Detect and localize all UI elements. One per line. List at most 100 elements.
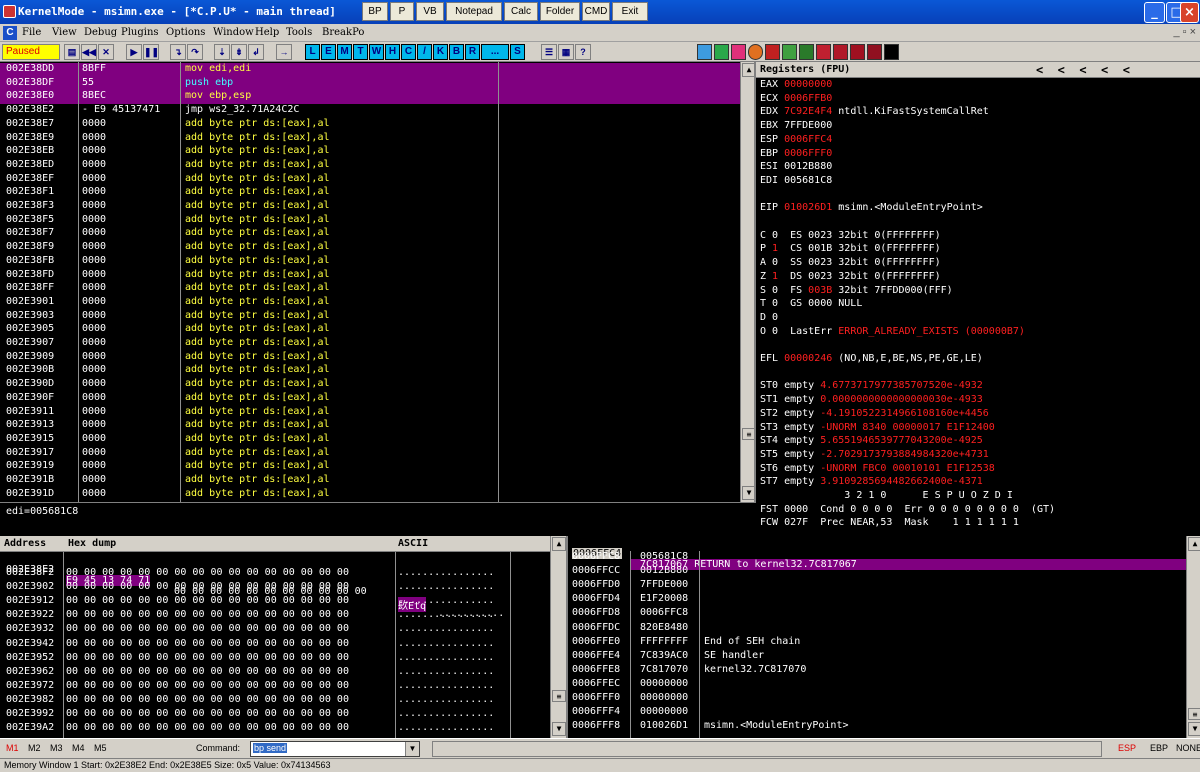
stack-row[interactable]: 0006FFF4 00000000 [568, 706, 1186, 720]
disasm-row[interactable]: 002E38F5 0000 add byte ptr ds:[eax],al [0, 214, 740, 228]
reg-ebp[interactable]: EBP [1150, 743, 1168, 753]
stack-row[interactable]: 0006FFDC 820E8480 [568, 622, 1186, 636]
quick-button-notepad[interactable]: Notepad [446, 2, 502, 21]
mark-m4[interactable]: M4 [72, 743, 85, 753]
dump-scroll-down-icon[interactable]: ▼ [552, 722, 566, 736]
register-line[interactable]: EDI 005681C8 [760, 175, 832, 186]
source-window-button[interactable]: S [510, 44, 525, 60]
dump-row[interactable]: 002E3922 00 00 00 00 00 00 00 00 00 00 00… [0, 609, 550, 623]
disasm-row[interactable]: 002E3907 0000 add byte ptr ds:[eax],al [0, 337, 740, 351]
disasm-row[interactable]: 002E38EF 0000 add byte ptr ds:[eax],al [0, 173, 740, 187]
disasm-row[interactable]: 002E3909 0000 add byte ptr ds:[eax],al [0, 351, 740, 365]
disasm-row[interactable]: 002E38FD 0000 add byte ptr ds:[eax],al [0, 269, 740, 283]
dump-scroll-thumb[interactable]: ≡ [552, 690, 566, 702]
plugin-icon-9[interactable] [833, 44, 848, 60]
quick-button-vb[interactable]: VB [416, 2, 444, 21]
dump-col-ascii[interactable]: ASCII [398, 538, 428, 549]
plugin-icon-8[interactable] [816, 44, 831, 60]
menu-plugins[interactable]: Plugins [121, 27, 159, 38]
register-line[interactable]: FCW 027F Prec NEAR,53 Mask 1 1 1 1 1 1 [760, 517, 1019, 528]
disasm-row[interactable]: 002E390F 0000 add byte ptr ds:[eax],al [0, 392, 740, 406]
register-line[interactable]: EBP 0006FFF0 [760, 148, 832, 159]
stack-row[interactable]: 0006FFD4 E1F20008 [568, 593, 1186, 607]
stack-row[interactable]: 0006FFF8 010026D1 msimn.<ModuleEntryPoint> [568, 720, 1186, 734]
open-icon[interactable]: ▤ [64, 44, 80, 60]
command-dropdown-icon[interactable]: ▼ [405, 742, 419, 756]
patches-window-button[interactable]: / [417, 44, 432, 60]
close-button[interactable]: × [1180, 2, 1199, 23]
memory-window-button[interactable]: M [337, 44, 352, 60]
list-icon[interactable]: ☰ [541, 44, 557, 60]
disasm-row[interactable]: 002E38F7 0000 add byte ptr ds:[eax],al [0, 227, 740, 241]
run-icon[interactable]: ▶ [126, 44, 142, 60]
plugin-icon-3[interactable] [731, 44, 746, 60]
handles-window-button[interactable]: H [385, 44, 400, 60]
register-line[interactable]: ST2 empty -4.1910522314966108160e+4456 [760, 408, 989, 419]
stack-row[interactable]: 0006FFEC 00000000 [568, 678, 1186, 692]
plugin-icon-4[interactable] [748, 44, 763, 60]
menu-help[interactable]: Help [255, 27, 279, 38]
plugin-icon-1[interactable] [697, 44, 712, 60]
dump-row[interactable]: 002E3902 00 00 00 00 00 00 00 00 00 00 00… [0, 581, 550, 595]
dump-row[interactable]: 002E38F2 00 00 00 00 00 00 00 00 00 00 00… [0, 567, 550, 581]
plugin-icon-6[interactable] [782, 44, 797, 60]
disasm-row[interactable]: 002E3905 0000 add byte ptr ds:[eax],al [0, 323, 740, 337]
stack-scrollbar[interactable]: ▲ ≡ ▼ [1186, 536, 1200, 738]
dump-row[interactable]: 002E39A2 00 00 00 00 00 00 00 00 00 00 00… [0, 722, 550, 736]
quick-button-p[interactable]: P [390, 2, 414, 21]
register-line[interactable]: T 0 GS 0000 NULL [760, 298, 862, 309]
scroll-down-icon[interactable]: ▼ [742, 486, 754, 500]
dump-row[interactable]: 002E3972 00 00 00 00 00 00 00 00 00 00 00… [0, 680, 550, 694]
minimize-button[interactable]: _ [1144, 2, 1165, 23]
register-line[interactable]: ESI 0012B880 [760, 161, 832, 172]
step-over-icon[interactable]: ↷ [187, 44, 203, 60]
breakpoints-window-button[interactable]: B [449, 44, 464, 60]
reg-esp[interactable]: ESP [1118, 743, 1136, 753]
reg-none[interactable]: NONE [1176, 743, 1200, 753]
register-line[interactable]: A 0 SS 0023 32bit 0(FFFFFFFF) [760, 257, 941, 268]
register-line[interactable]: D 0 [760, 312, 778, 323]
disasm-row[interactable]: 002E38DF 55 push ebp [0, 76, 740, 91]
quick-button-folder[interactable]: Folder [540, 2, 580, 21]
plugin-icon-5[interactable] [765, 44, 780, 60]
log-window-button[interactable]: L [305, 44, 320, 60]
dump-row[interactable]: 002E3982 00 00 00 00 00 00 00 00 00 00 00… [0, 694, 550, 708]
plugin-icon-10[interactable] [850, 44, 865, 60]
stack-row[interactable]: 0006FFCC 0012B880 [568, 565, 1186, 579]
threads-window-button[interactable]: T [353, 44, 368, 60]
menu-breakpoints[interactable]: BreakPo [322, 27, 364, 38]
plugin-icon-7[interactable] [799, 44, 814, 60]
dump-row[interactable]: 002E3942 00 00 00 00 00 00 00 00 00 00 00… [0, 638, 550, 652]
step-into-icon[interactable]: ↴ [170, 44, 186, 60]
quick-button-cmd[interactable]: CMD [582, 2, 610, 21]
windows-window-button[interactable]: W [369, 44, 384, 60]
disasm-row[interactable]: 002E3919 0000 add byte ptr ds:[eax],al [0, 460, 740, 474]
disasm-row[interactable]: 002E390B 0000 add byte ptr ds:[eax],al [0, 364, 740, 378]
disasm-row[interactable]: 002E38ED 0000 add byte ptr ds:[eax],al [0, 159, 740, 173]
trace-over-icon[interactable]: ⇟ [231, 44, 247, 60]
stack-row[interactable]: 0006FFE8 7C817070 kernel32.7C817070 [568, 664, 1186, 678]
disassembly-pane[interactable]: 002E38DD 8BFF mov edi,edi 002E38DF 55 push eb… [0, 62, 756, 502]
dump-col-hex[interactable]: Hex dump [68, 538, 116, 549]
stack-row-top[interactable]: 0006FFC4 7C817067 RETURN to kernel32.7C8… [568, 537, 1186, 570]
register-line[interactable]: EDX 7C92E4F4 ntdll.KiFastSystemCallRet [760, 106, 989, 117]
register-line[interactable]: EIP 010026D1 msimn.<ModuleEntryPoint> [760, 202, 983, 213]
disassembly-scrollbar[interactable]: ▲ ≡ ▼ [740, 62, 754, 502]
dump-row[interactable]: 002E3992 00 00 00 00 00 00 00 00 00 00 00… [0, 708, 550, 722]
disasm-row[interactable]: 002E38E2 - E9 45137471 jmp ws2_32.71A24C2C [0, 104, 740, 118]
disasm-row[interactable]: 002E3915 0000 add byte ptr ds:[eax],al [0, 433, 740, 447]
goto-icon[interactable]: → [276, 44, 292, 60]
stack-row[interactable]: 0006FFD8 0006FFC8 [568, 607, 1186, 621]
rewind-icon[interactable]: ◀◀ [81, 44, 97, 60]
modules-window-button[interactable]: E [321, 44, 336, 60]
menu-debug[interactable]: Debug [84, 27, 117, 38]
plugin-icon-11[interactable] [867, 44, 882, 60]
register-line[interactable]: ST6 empty -UNORM FBC0 00010101 E1F12538 [760, 463, 995, 474]
register-line[interactable]: ESP 0006FFC4 [760, 134, 832, 145]
register-line[interactable]: ST1 empty 0.0000000000000000030e-4933 [760, 394, 983, 405]
scroll-up-icon[interactable]: ▲ [742, 63, 754, 77]
quick-button-calc[interactable]: Calc [504, 2, 538, 21]
mark-m2[interactable]: M2 [28, 743, 41, 753]
disasm-row[interactable]: 002E38F3 0000 add byte ptr ds:[eax],al [0, 200, 740, 214]
disasm-row[interactable]: 002E391B 0000 add byte ptr ds:[eax],al [0, 474, 740, 488]
